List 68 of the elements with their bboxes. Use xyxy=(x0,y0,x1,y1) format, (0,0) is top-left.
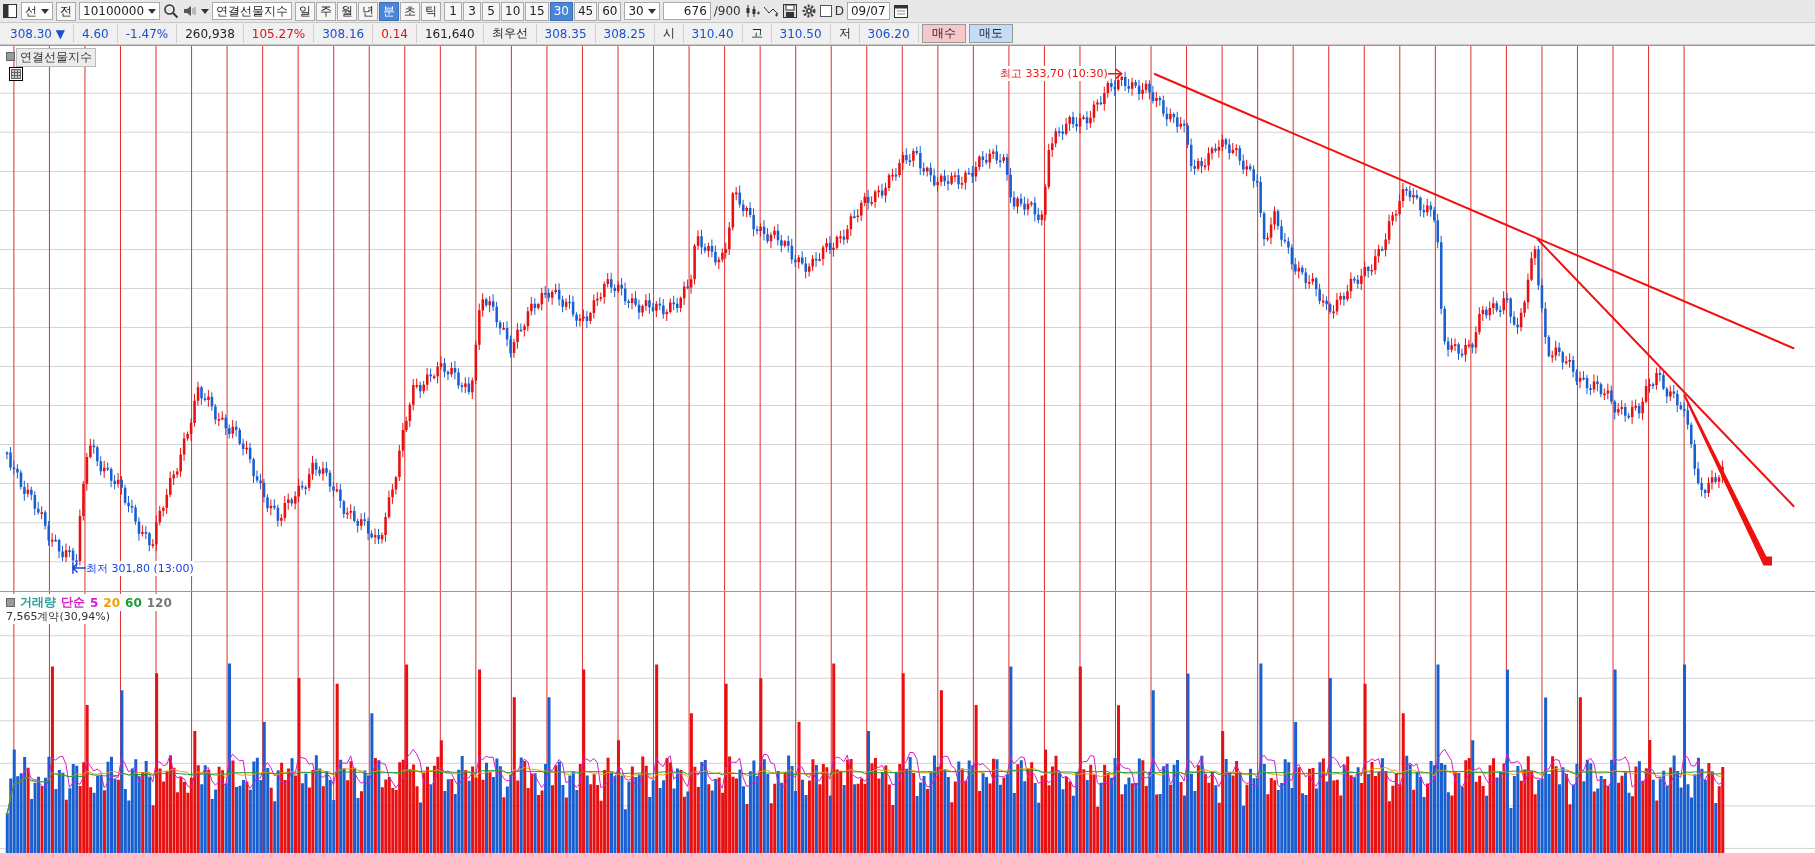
quote-value: 306.20 xyxy=(859,24,919,43)
arrow-icon xyxy=(71,561,87,575)
quote-value: 310.40 xyxy=(683,24,743,43)
name-field[interactable]: 연결선물지수 xyxy=(212,2,293,20)
pane-handle-icon[interactable] xyxy=(6,52,15,61)
legend-label: 60 xyxy=(125,595,142,610)
window-icon[interactable] xyxy=(2,3,18,19)
legend-label: 20 xyxy=(103,595,121,610)
settings-icon[interactable] xyxy=(800,3,817,19)
quote-value: 저 xyxy=(830,24,860,43)
period-tab[interactable]: 틱 xyxy=(421,1,442,21)
count-max: /900 xyxy=(713,4,741,18)
interval-dropdown[interactable]: 30 xyxy=(624,2,660,20)
buy-button[interactable]: 매수 xyxy=(921,24,966,43)
code-dropdown[interactable]: 10100000 xyxy=(79,2,161,20)
checkbox[interactable] xyxy=(819,5,832,17)
quote-value: 308.30 ▼ xyxy=(2,24,75,43)
interval-tab[interactable]: 5 xyxy=(482,1,501,21)
market-dropdown[interactable]: 선 xyxy=(21,2,53,20)
calendar-icon[interactable] xyxy=(892,3,909,19)
low-label: 최저 301,80 (13:00) xyxy=(86,561,194,576)
previous-button[interactable]: 전 xyxy=(56,1,76,21)
caret-icon xyxy=(647,8,656,14)
quote-value: 고 xyxy=(742,24,772,43)
date-field[interactable]: 09/07 xyxy=(846,2,890,20)
interval-tab[interactable]: 30 xyxy=(549,1,573,21)
quote-value: 105.27% xyxy=(243,24,315,43)
caret-icon xyxy=(41,8,49,14)
period-tab[interactable]: 분 xyxy=(379,1,400,21)
quote-value: 시 xyxy=(654,24,684,43)
interval-tab[interactable]: 60 xyxy=(598,1,622,21)
interval-tab[interactable]: 15 xyxy=(525,1,549,21)
quote-value: 260,938 xyxy=(177,24,244,43)
quote-value: -1.47% xyxy=(117,24,178,43)
quote-value: 4.60 xyxy=(74,24,118,43)
period-tab[interactable]: 월 xyxy=(337,1,358,21)
volume-summary: 7,565계약(30,94%) xyxy=(6,609,111,624)
quote-value: 161,640 xyxy=(416,24,484,43)
quote-value: 308.16 xyxy=(314,24,374,43)
high-label: 최고 333,70 (10:30) xyxy=(1000,66,1108,81)
speaker-icon[interactable] xyxy=(182,3,199,19)
interval-tab[interactable]: 1 xyxy=(444,1,463,21)
period-tab[interactable]: 초 xyxy=(400,1,421,21)
chart-title: 연결선물지수 xyxy=(16,48,96,67)
interval-tab[interactable]: 10 xyxy=(501,1,525,21)
legend-label: 거래량 xyxy=(20,594,56,611)
period-tab[interactable]: 주 xyxy=(316,1,337,21)
search-icon[interactable] xyxy=(163,3,180,19)
quote-value: 308.35 xyxy=(536,24,596,43)
save-icon[interactable] xyxy=(781,3,798,19)
interval-tab[interactable]: 45 xyxy=(573,1,598,21)
period-tab[interactable]: 일 xyxy=(295,1,316,21)
sell-button[interactable]: 매도 xyxy=(968,24,1013,43)
table-icon[interactable] xyxy=(9,67,23,81)
legend-label: 5 xyxy=(90,595,99,610)
caret-icon[interactable] xyxy=(201,8,210,14)
pane-handle-icon[interactable] xyxy=(6,598,15,607)
legend-label: 단순 xyxy=(61,594,85,611)
caret-icon xyxy=(148,8,157,14)
quote-value: 0.14 xyxy=(373,24,417,43)
interval-tab[interactable]: 3 xyxy=(463,1,482,21)
quote-value: 310.50 xyxy=(771,24,831,43)
quote-value: 308.25 xyxy=(595,24,655,43)
count-field[interactable]: 676 xyxy=(662,2,711,20)
checkbox-label: D xyxy=(834,4,844,18)
period-tab[interactable]: 년 xyxy=(358,1,379,21)
quote-value: 최우선 xyxy=(483,24,537,43)
legend-label: 120 xyxy=(146,595,172,610)
